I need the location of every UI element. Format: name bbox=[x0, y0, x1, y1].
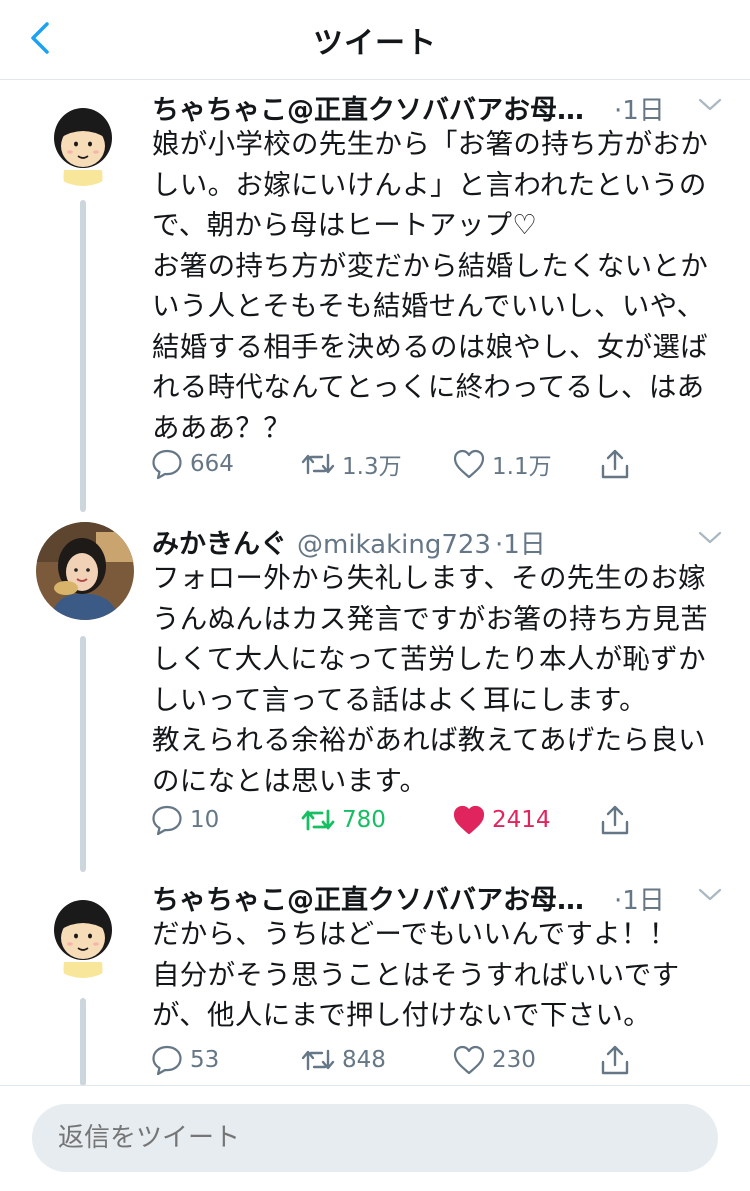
tweet-actions: 53 848 230 bbox=[150, 1038, 650, 1082]
display-name[interactable]: みかきんぐ bbox=[152, 522, 287, 561]
chevron-down-icon[interactable] bbox=[696, 885, 724, 905]
user-handle[interactable]: @mikaking723 bbox=[297, 530, 491, 560]
share-icon bbox=[601, 805, 629, 835]
reply-composer-bar bbox=[0, 1085, 750, 1191]
share-button[interactable] bbox=[598, 442, 632, 486]
reply-count: 53 bbox=[190, 1047, 220, 1073]
tweet-timestamp[interactable]: ·1日 bbox=[614, 90, 665, 127]
tweet-timestamp[interactable]: ·1日 bbox=[614, 880, 665, 917]
tweet-text: 娘が小学校の先生から「お箸の持ち方がおか しい。お嫁にいけんよ」と言われたという… bbox=[152, 128, 708, 444]
top-bar: ツイート bbox=[0, 0, 750, 80]
name-ellipsis: … bbox=[557, 95, 584, 126]
tweet-timestamp[interactable]: ·1日 bbox=[495, 524, 546, 561]
name-ellipsis: … bbox=[557, 885, 584, 916]
like-button[interactable]: 1.1万 bbox=[452, 442, 552, 486]
heart-icon bbox=[453, 1045, 485, 1075]
heart-icon bbox=[453, 449, 485, 479]
retweet-count: 848 bbox=[342, 1047, 386, 1073]
chevron-down-icon[interactable] bbox=[696, 528, 724, 548]
thread-connector-line bbox=[80, 636, 86, 872]
chevron-down-icon[interactable] bbox=[696, 95, 724, 115]
like-button[interactable]: 2414 bbox=[452, 798, 551, 842]
share-icon bbox=[601, 449, 629, 479]
reply-bubble-icon bbox=[152, 1045, 182, 1076]
reply-count: 10 bbox=[190, 807, 220, 833]
reply-button[interactable]: 664 bbox=[150, 442, 234, 486]
reply-input[interactable] bbox=[32, 1104, 718, 1172]
like-count: 230 bbox=[492, 1047, 536, 1073]
tweet-text: フォロー外から失礼します、その先生のお嫁 うんぬんはカス発言ですがお箸の持ち方見… bbox=[152, 562, 708, 797]
retweet-button[interactable]: 848 bbox=[300, 1038, 386, 1082]
tweet-header: みかきんぐ @mikaking723·1日 bbox=[152, 522, 546, 561]
page-title: ツイート bbox=[313, 26, 437, 61]
tweet-header: ちゃちゃこ@正直クソババアお母… ·1日 bbox=[152, 88, 665, 127]
tweet-actions: 664 1.3万 1.1万 bbox=[150, 442, 650, 486]
display-name[interactable]: ちゃちゃこ@正直クソババアお母 bbox=[152, 88, 557, 127]
retweet-button[interactable]: 1.3万 bbox=[300, 442, 402, 486]
heart-icon bbox=[453, 805, 485, 835]
tweet-header: ちゃちゃこ@正直クソババアお母… ·1日 bbox=[152, 878, 665, 917]
avatar[interactable] bbox=[40, 100, 126, 186]
reply-button[interactable]: 53 bbox=[150, 1038, 219, 1082]
avatar[interactable] bbox=[36, 522, 134, 620]
like-button[interactable]: 230 bbox=[452, 1038, 536, 1082]
reply-bubble-icon bbox=[152, 449, 182, 480]
reply-button[interactable]: 10 bbox=[150, 798, 219, 842]
share-button[interactable] bbox=[598, 1038, 632, 1082]
share-icon bbox=[601, 1045, 629, 1075]
tweet-actions: 10 780 2414 bbox=[150, 798, 650, 842]
photo-avatar-icon bbox=[36, 522, 134, 620]
like-count: 1.1万 bbox=[492, 454, 552, 480]
cartoon-avatar-icon bbox=[40, 100, 126, 186]
thread-connector-line bbox=[80, 200, 86, 512]
avatar[interactable] bbox=[40, 892, 126, 978]
retweet-icon bbox=[301, 453, 335, 475]
retweet-button[interactable]: 780 bbox=[300, 798, 386, 842]
retweet-count: 780 bbox=[342, 807, 386, 833]
like-count: 2414 bbox=[492, 807, 551, 833]
retweet-icon bbox=[301, 1049, 335, 1071]
share-button[interactable] bbox=[598, 798, 632, 842]
cartoon-avatar-icon bbox=[40, 892, 126, 978]
display-name[interactable]: ちゃちゃこ@正直クソババアお母 bbox=[152, 878, 557, 917]
reply-count: 664 bbox=[190, 451, 234, 477]
retweet-icon bbox=[301, 809, 335, 831]
reply-bubble-icon bbox=[152, 805, 182, 836]
retweet-count: 1.3万 bbox=[342, 454, 402, 480]
thread-connector-line bbox=[80, 998, 86, 1086]
tweet-text: だから、うちはどーでもいいんですよ！！ 自分がそう思うことはそうすればいいです … bbox=[152, 918, 680, 1031]
